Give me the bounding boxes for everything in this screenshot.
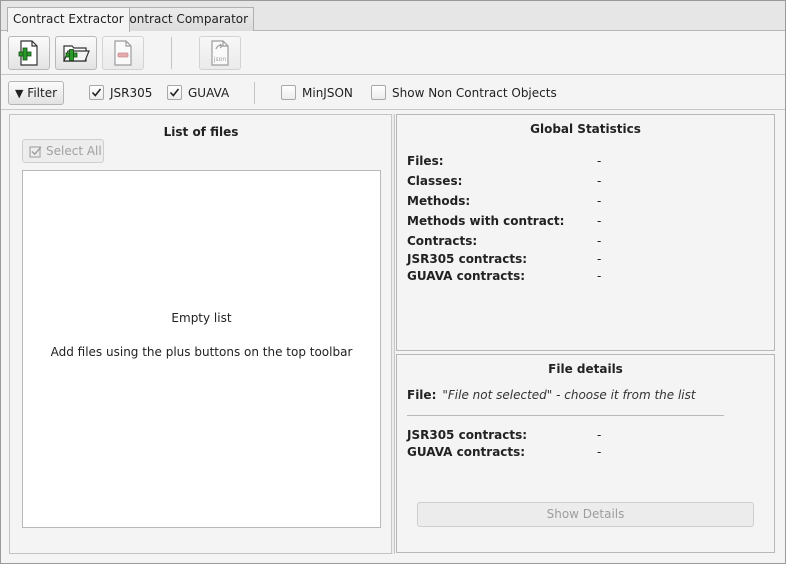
jsr305-checkbox[interactable]: JSR305 <box>89 85 152 100</box>
divider <box>407 415 724 416</box>
stat-label: JSR305 contracts: <box>407 252 528 266</box>
checkbox-label: GUAVA <box>188 85 230 100</box>
checkmark-icon <box>169 88 180 97</box>
stat-value: - <box>597 269 602 283</box>
empty-list-title: Empty list <box>171 311 232 325</box>
stat-label: Classes: <box>407 174 463 188</box>
checkbox-box[interactable] <box>371 85 386 100</box>
filter-button[interactable]: ▼ Filter <box>8 81 64 105</box>
stat-label: GUAVA contracts: <box>407 269 526 283</box>
checkbox-label: MinJSON <box>302 85 353 100</box>
detail-label: GUAVA contracts: <box>407 445 526 459</box>
detail-value: - <box>597 428 602 442</box>
checkbox-box[interactable] <box>89 85 104 100</box>
app-window: Contract Extractor Contract Comparator j… <box>0 0 786 564</box>
stat-value: - <box>597 194 602 208</box>
export-json-button[interactable]: json <box>199 36 241 70</box>
stat-label: Contracts: <box>407 234 478 248</box>
file-label: File: <box>407 388 437 402</box>
split-pane-divider[interactable] <box>391 114 395 554</box>
add-folder-button[interactable] <box>55 36 97 70</box>
stat-value: - <box>597 214 602 228</box>
remove-file-icon <box>114 40 132 66</box>
remove-file-button[interactable] <box>102 36 144 70</box>
add-folder-icon <box>63 45 90 62</box>
add-file-button[interactable] <box>8 36 50 70</box>
checkmark-icon <box>91 88 102 97</box>
show-details-button[interactable]: Show Details <box>417 502 754 527</box>
stat-label: Methods: <box>407 194 471 208</box>
stat-label: Files: <box>407 154 444 168</box>
tab-label: Contract Extractor <box>13 12 124 26</box>
detail-label: JSR305 contracts: <box>407 428 528 442</box>
checkbox-icon <box>29 145 42 158</box>
toolbar-separator <box>171 37 172 69</box>
global-statistics-panel: Global Statistics Files: - Classes: - Me… <box>396 114 775 351</box>
file-list-panel: List of files Select All Empty list Add … <box>9 114 391 554</box>
minjson-checkbox[interactable]: MinJSON <box>281 85 353 100</box>
toolbar: json <box>1 31 785 75</box>
file-list-title: List of files <box>163 125 239 139</box>
tab-contract-extractor[interactable]: Contract Extractor <box>7 7 130 32</box>
file-details-title: File details <box>548 362 623 376</box>
stat-value: - <box>597 252 602 266</box>
tab-label: Contract Comparator <box>121 12 249 26</box>
file-details-panel: File details File: "File not selected" - … <box>396 354 775 553</box>
export-json-icon: json <box>211 40 229 66</box>
tab-bar: Contract Extractor Contract Comparator <box>1 1 785 32</box>
global-statistics-title: Global Statistics <box>530 122 641 136</box>
stat-label: Methods with contract: <box>407 214 565 228</box>
checkbox-box[interactable] <box>281 85 296 100</box>
select-all-button[interactable]: Select All <box>22 139 104 163</box>
select-all-label: Select All <box>46 144 102 158</box>
stat-value: - <box>597 234 602 248</box>
stat-value: - <box>597 174 602 188</box>
checkbox-label: Show Non Contract Objects <box>392 85 557 100</box>
empty-list-hint: Add files using the plus buttons on the … <box>50 345 353 359</box>
checkbox-label: JSR305 <box>110 85 153 100</box>
filter-bar: ▼ Filter JSR305 GUAVA MinJSON Show Non C… <box>1 76 785 110</box>
detail-value: - <box>597 445 602 459</box>
filter-separator <box>254 82 255 104</box>
file-value: "File not selected" - choose it from the… <box>442 388 696 402</box>
show-non-contract-checkbox[interactable]: Show Non Contract Objects <box>371 85 557 100</box>
file-line: File: "File not selected" - choose it fro… <box>407 388 696 402</box>
filter-icon: ▼ <box>15 87 24 100</box>
add-file-icon <box>18 40 38 66</box>
checkbox-box[interactable] <box>167 85 182 100</box>
json-icon-text: json <box>213 56 226 63</box>
guava-checkbox[interactable]: GUAVA <box>167 85 229 100</box>
tab-contract-comparator[interactable]: Contract Comparator <box>115 7 255 31</box>
filter-label: Filter <box>27 86 58 100</box>
file-list[interactable]: Empty list Add files using the plus butt… <box>22 170 381 528</box>
stat-value: - <box>597 154 602 168</box>
